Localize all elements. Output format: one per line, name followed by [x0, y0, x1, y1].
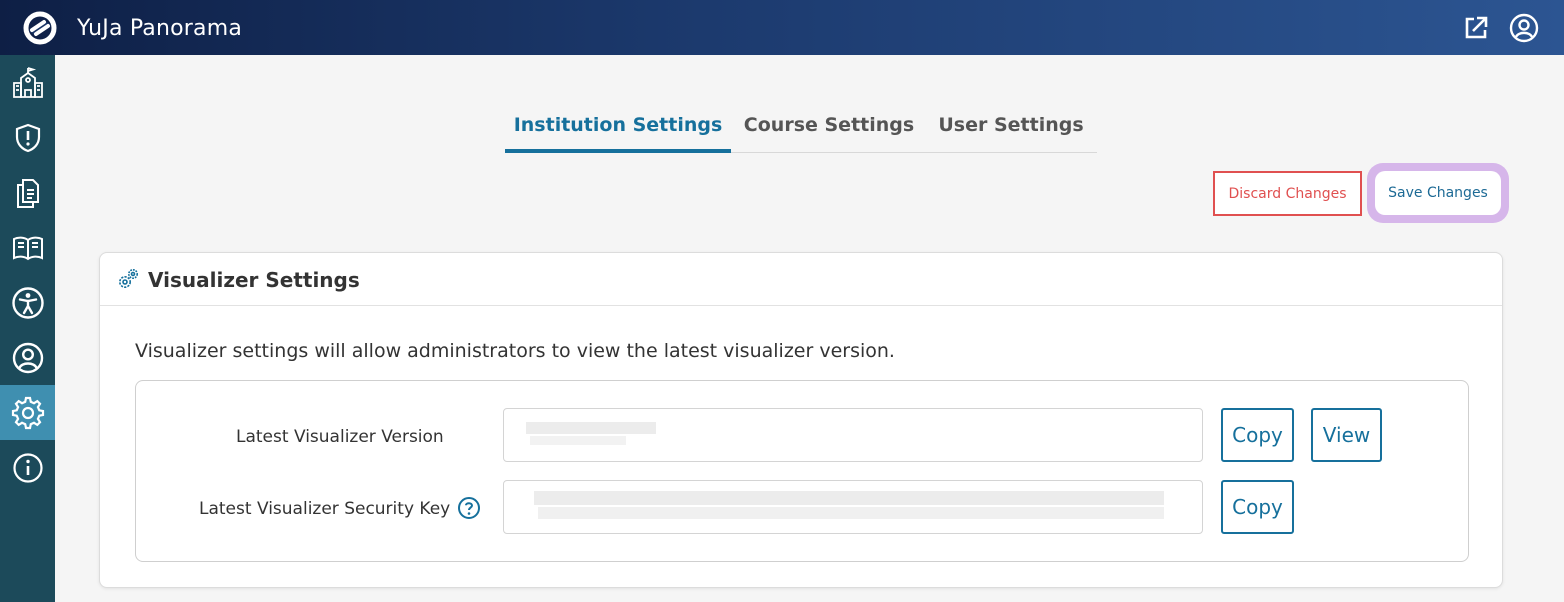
sidebar-item-accessibility[interactable]	[0, 275, 55, 330]
sidebar-item-settings[interactable]	[0, 385, 55, 440]
redacted-value	[526, 422, 656, 434]
latest-version-label: Latest Visualizer Version	[236, 427, 444, 447]
info-icon	[12, 452, 43, 483]
copy-version-button[interactable]: Copy	[1221, 408, 1294, 462]
external-link-icon[interactable]	[1462, 14, 1490, 42]
redacted-value	[538, 507, 1164, 519]
sidebar-item-institution[interactable]	[0, 55, 55, 110]
sidebar-item-security[interactable]	[0, 110, 55, 165]
gear-icon	[11, 396, 44, 429]
user-circle-icon	[12, 342, 43, 373]
sidebar-item-documents[interactable]	[0, 165, 55, 220]
redacted-value	[534, 491, 1164, 505]
school-building-icon	[12, 66, 43, 98]
user-circle-icon[interactable]	[1509, 13, 1539, 43]
tab-course-settings[interactable]: Course Settings	[737, 100, 921, 153]
sidebar-item-users[interactable]	[0, 330, 55, 385]
top-bar: YuJa Panorama	[0, 0, 1564, 55]
tab-user-settings[interactable]: User Settings	[929, 100, 1093, 153]
open-book-icon	[12, 236, 43, 260]
copy-security-key-button[interactable]: Copy	[1221, 480, 1294, 534]
sidebar-item-info[interactable]	[0, 440, 55, 495]
security-key-field[interactable]	[503, 480, 1203, 534]
card-title: Visualizer Settings	[148, 268, 360, 292]
shield-alert-icon	[15, 123, 40, 152]
documents-icon	[16, 178, 39, 208]
security-key-label: Latest Visualizer Security Key	[199, 499, 451, 519]
latest-version-field[interactable]	[503, 408, 1203, 462]
gears-icon	[119, 269, 138, 288]
view-version-button[interactable]: View	[1311, 408, 1382, 462]
redacted-value	[530, 436, 626, 445]
settings-tabs: Institution Settings Course Settings Use…	[505, 100, 1097, 153]
tab-institution-settings[interactable]: Institution Settings	[505, 100, 731, 153]
visualizer-settings-card: Visualizer Settings Visualizer settings …	[99, 252, 1503, 588]
card-description: Visualizer settings will allow administr…	[135, 340, 895, 362]
discard-changes-button[interactable]: Discard Changes	[1213, 171, 1362, 216]
card-header: Visualizer Settings	[100, 253, 1502, 306]
accessibility-icon	[11, 286, 44, 319]
app-title: YuJa Panorama	[77, 16, 243, 41]
yuja-logo-icon[interactable]	[22, 11, 58, 45]
visualizer-fields-box: Latest Visualizer Version Copy View Late…	[135, 380, 1469, 562]
sidebar-item-library[interactable]	[0, 220, 55, 275]
question-circle-icon[interactable]	[457, 496, 481, 520]
save-changes-button[interactable]: Save Changes	[1375, 171, 1501, 215]
sidebar	[0, 55, 55, 602]
